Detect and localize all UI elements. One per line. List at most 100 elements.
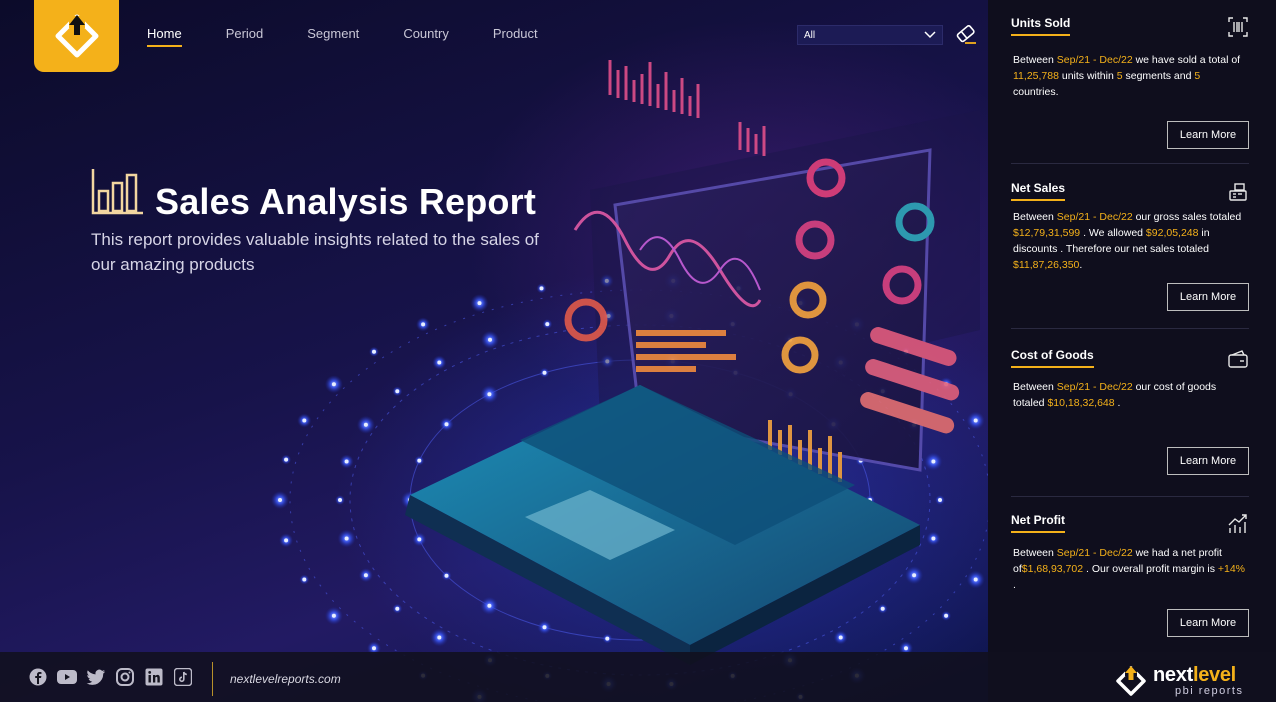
summary-text: . <box>1079 259 1083 271</box>
brand-wordmark: nextlevel <box>1153 664 1236 686</box>
nav-country[interactable]: Country <box>403 26 449 45</box>
card-summary: Between Sep/21 - Dec/22 we have sold a t… <box>1013 52 1247 100</box>
footer-divider <box>212 662 213 696</box>
glow-dot-core <box>302 418 307 423</box>
glow-dot-core <box>973 577 978 582</box>
summary-text: units within <box>1058 70 1117 82</box>
summary-text: Between <box>1013 547 1057 559</box>
glow-dot-core <box>488 337 492 342</box>
cash-register-icon <box>1229 183 1247 201</box>
glow-dot-core <box>487 392 492 397</box>
highlight-value: $92,05,248 <box>1145 227 1199 239</box>
glow-dot-core <box>395 389 400 394</box>
learn-more-button[interactable]: Learn More <box>1167 447 1249 475</box>
highlight-value: $10,18,32,648 <box>1047 397 1115 409</box>
glow-dot-core <box>487 603 492 608</box>
social-links <box>28 668 193 686</box>
glow-dot-core <box>331 382 336 387</box>
brand-tagline: pbi reports <box>1175 685 1244 697</box>
glow-dot-core <box>344 459 349 464</box>
glow-dot-core <box>372 349 376 354</box>
website-link[interactable]: nextlevelreports.com <box>230 672 341 686</box>
glow-dot-core <box>542 370 547 375</box>
summary-text: . We allowed <box>1080 227 1146 239</box>
glow-dot-core <box>973 418 978 423</box>
divider <box>1011 496 1249 497</box>
bar-chart-icon <box>91 169 143 215</box>
glow-dot-core <box>421 322 426 327</box>
filter-dropdown[interactable]: All <box>797 25 943 45</box>
glow-dot-core <box>880 606 885 611</box>
summary-text: . Our overall profit margin is <box>1083 563 1218 575</box>
glow-dot-core <box>284 538 289 543</box>
glow-dot-core <box>372 646 376 651</box>
laptop-dashboard-illustration <box>271 60 988 702</box>
glow-dot-core <box>278 498 282 502</box>
learn-more-button[interactable]: Learn More <box>1167 121 1249 149</box>
learn-more-button[interactable]: Learn More <box>1167 283 1249 311</box>
page-subtitle: This report provides valuable insights r… <box>91 230 539 274</box>
glow-dot-core <box>363 573 368 578</box>
page-title: Sales Analysis Report <box>155 181 537 222</box>
card-summary: Between Sep/21 - Dec/22 our cost of good… <box>1013 379 1247 411</box>
highlight-value: 11,25,788 <box>1013 70 1059 82</box>
summary-text: Between <box>1013 54 1057 66</box>
summary-text: . <box>1114 397 1121 409</box>
glow-dot-core <box>417 458 422 463</box>
summary-text: we have sold a total of <box>1132 54 1241 66</box>
summary-text: countries. <box>1013 86 1059 98</box>
highlight-value: $11,87,26,350 <box>1013 259 1080 271</box>
card-net-sales: Net Sales Between Sep/21 - Dec/22 our gr… <box>1011 181 1249 321</box>
glow-dot-core <box>395 606 400 611</box>
nav-home[interactable]: Home <box>147 26 182 47</box>
brand-logo[interactable]: nextlevel pbi reports <box>1115 664 1265 698</box>
summary-text: Between <box>1013 381 1057 393</box>
glow-dot-core <box>477 301 482 306</box>
glow-dot-core <box>938 498 942 502</box>
upload-diamond-icon <box>55 14 98 58</box>
linkedin-icon[interactable] <box>144 668 164 686</box>
glow-dot-core <box>944 613 949 618</box>
nav-period[interactable]: Period <box>226 26 264 45</box>
summary-text: our gross sales totaled <box>1132 211 1242 223</box>
card-title: Net Sales <box>1011 181 1066 201</box>
summary-text: Between <box>1013 211 1057 223</box>
youtube-icon[interactable] <box>57 668 77 686</box>
nav-segment[interactable]: Segment <box>307 26 359 45</box>
card-title: Cost of Goods <box>1011 348 1094 368</box>
glow-dot-core <box>545 322 550 327</box>
top-navigation: Home Period Segment Country Product <box>147 26 582 47</box>
learn-more-button[interactable]: Learn More <box>1167 609 1249 637</box>
brand-diamond-icon <box>1116 666 1146 696</box>
summary-text: . <box>1013 579 1016 591</box>
clear-filter-eraser-icon[interactable] <box>955 23 977 45</box>
barcode-scanner-icon <box>1228 17 1248 37</box>
card-title: Units Sold <box>1011 16 1071 36</box>
highlight-value: 5 <box>1194 70 1201 82</box>
divider <box>1011 163 1249 164</box>
chevron-down-icon <box>924 31 936 39</box>
highlight-value: Sep/21 - Dec/22 <box>1056 381 1133 393</box>
highlight-value: Sep/21 - Dec/22 <box>1056 54 1133 66</box>
instagram-icon[interactable] <box>115 668 135 686</box>
card-units-sold: Units Sold Between Sep/21 - Dec/22 we ha… <box>1011 16 1249 156</box>
highlight-value: +14% <box>1217 563 1246 575</box>
highlight-value: Sep/21 - Dec/22 <box>1056 547 1133 559</box>
wallet-icon <box>1228 350 1248 368</box>
highlight-value: Sep/21 - Dec/22 <box>1056 211 1133 223</box>
glow-dot-core <box>363 422 368 427</box>
glow-dot-core <box>542 625 547 630</box>
glow-dot-core <box>931 459 936 464</box>
nav-product[interactable]: Product <box>493 26 538 45</box>
glow-dot-core <box>302 577 307 582</box>
glow-dot-core <box>284 457 289 462</box>
glow-dot-core <box>931 536 936 541</box>
glow-dot-core <box>444 573 449 578</box>
divider <box>1011 328 1249 329</box>
app-logo[interactable] <box>34 0 119 72</box>
trend-up-icon <box>1228 514 1247 533</box>
twitter-icon[interactable] <box>86 668 106 686</box>
tiktok-icon[interactable] <box>173 668 193 686</box>
card-title: Net Profit <box>1011 513 1065 533</box>
facebook-icon[interactable] <box>28 668 48 686</box>
